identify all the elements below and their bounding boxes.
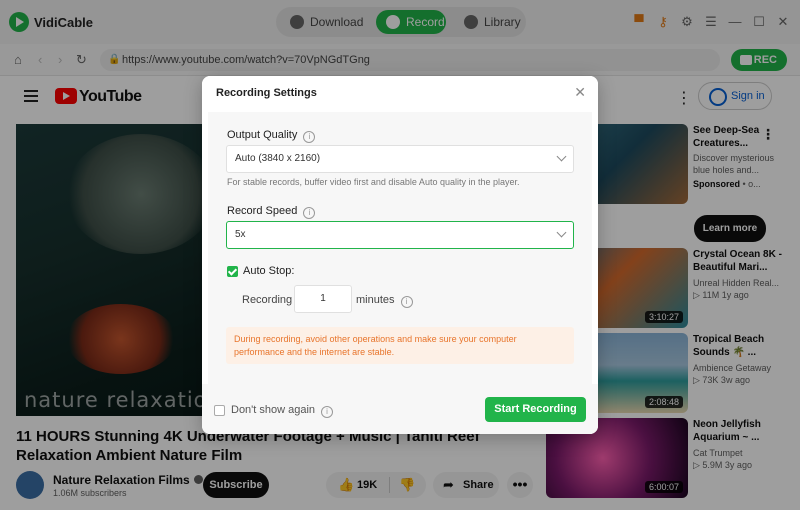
info-icon[interactable]: i <box>400 296 413 308</box>
minutes-label: minutes i <box>356 294 413 308</box>
auto-stop-label: Auto Stop: <box>243 265 295 277</box>
output-quality-select[interactable]: Auto (3840 x 2160) <box>226 145 574 173</box>
record-speed-select[interactable]: 5x <box>226 221 574 249</box>
dont-show-again-checkbox[interactable] <box>214 405 225 416</box>
chevron-down-icon <box>556 151 567 162</box>
info-icon[interactable]: i <box>321 406 334 418</box>
quality-hint: For stable records, buffer video first a… <box>227 177 520 187</box>
auto-stop-checkbox[interactable] <box>227 266 238 277</box>
dont-show-again-label: Don't show again i <box>231 404 334 418</box>
recording-minutes-input[interactable]: 1 <box>294 285 352 313</box>
record-speed-label: Record Speed i <box>227 205 316 219</box>
dialog-close-icon[interactable]: ✕ <box>574 84 586 101</box>
dialog-header: Recording Settings ✕ <box>202 76 598 112</box>
output-quality-label: Output Quality i <box>227 129 316 143</box>
warning-message: During recording, avoid other operations… <box>226 327 574 364</box>
info-icon[interactable]: i <box>303 131 316 143</box>
info-icon[interactable]: i <box>303 207 316 219</box>
recording-duration-label: Recording <box>242 294 293 306</box>
dialog-title: Recording Settings <box>216 87 317 99</box>
chevron-down-icon <box>556 227 567 238</box>
start-recording-button[interactable]: Start Recording <box>485 397 586 422</box>
